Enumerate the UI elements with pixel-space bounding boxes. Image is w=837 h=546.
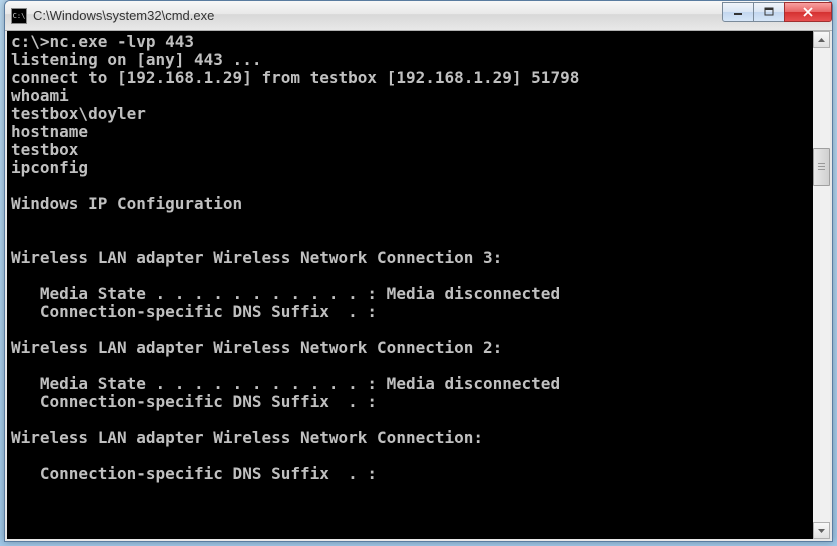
close-icon	[802, 7, 814, 17]
scroll-track[interactable]	[813, 48, 830, 522]
maximize-button[interactable]	[753, 2, 785, 22]
console-area: c:\>nc.exe -lvp 443 listening on [any] 4…	[5, 31, 832, 541]
cmd-icon	[11, 8, 27, 24]
cmd-window: C:\Windows\system32\cmd.exe c:\>nc.exe -…	[4, 0, 833, 542]
window-controls	[723, 2, 832, 22]
chevron-down-icon	[818, 529, 825, 533]
titlebar[interactable]: C:\Windows\system32\cmd.exe	[5, 1, 832, 31]
scroll-thumb[interactable]	[813, 148, 830, 186]
scroll-down-button[interactable]	[813, 522, 830, 539]
maximize-icon	[764, 7, 774, 17]
close-button[interactable]	[784, 2, 832, 22]
scroll-up-button[interactable]	[813, 31, 830, 48]
window-title: C:\Windows\system32\cmd.exe	[33, 8, 723, 23]
vertical-scrollbar[interactable]	[813, 31, 830, 539]
minimize-icon	[733, 7, 743, 17]
minimize-button[interactable]	[722, 2, 754, 22]
chevron-up-icon	[818, 38, 825, 42]
console-output[interactable]: c:\>nc.exe -lvp 443 listening on [any] 4…	[7, 31, 813, 539]
